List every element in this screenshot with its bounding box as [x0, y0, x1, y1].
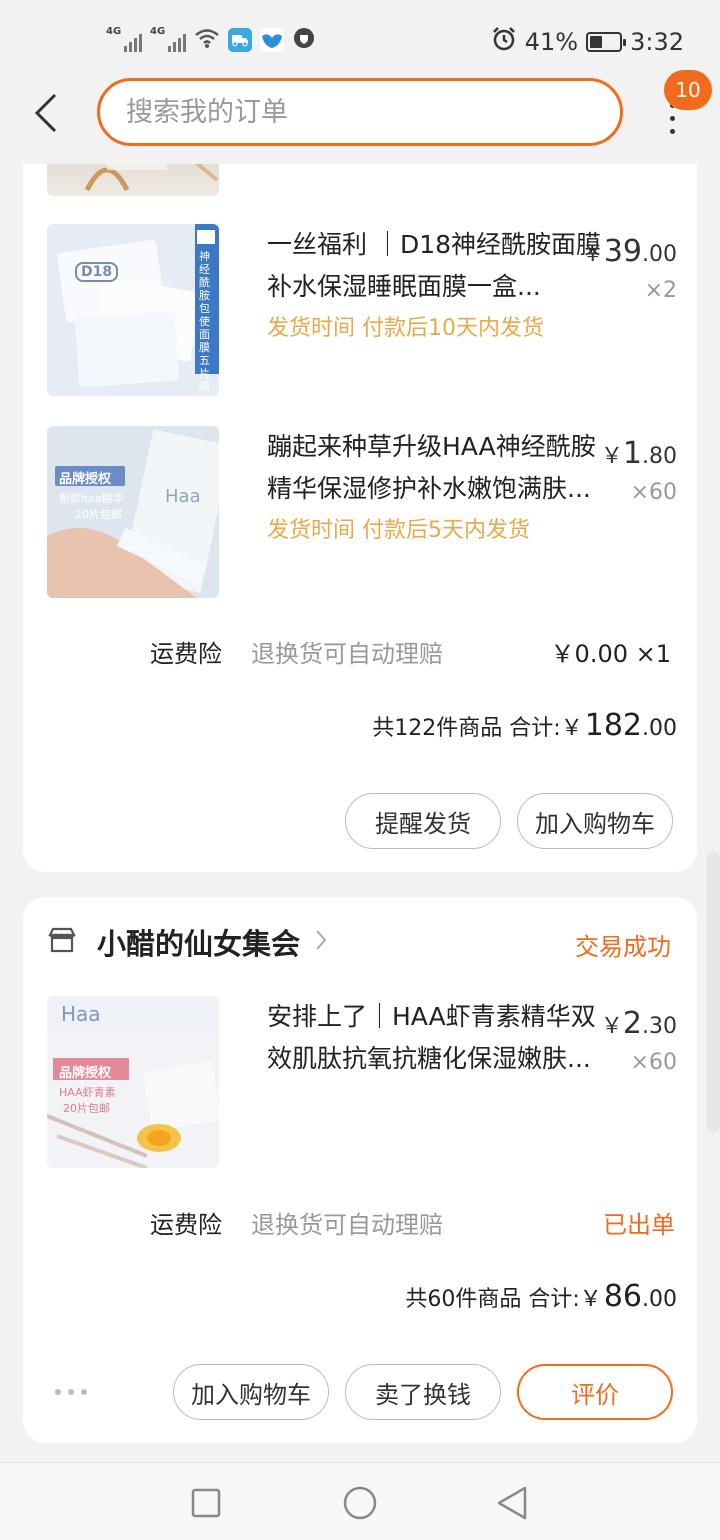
add-to-cart-button[interactable]: 加入购物车 — [173, 1364, 329, 1420]
order-total: 共60件商品 合计: ￥ 86.00 — [405, 1279, 677, 1314]
thumb-sub: HAA虾青素 — [59, 1086, 116, 1099]
home-icon[interactable] — [340, 1483, 380, 1523]
insurance-desc: 退换货可自动理赔 — [251, 640, 443, 668]
product-thumbnail[interactable]: D18 神经酰胺包使面膜五片装 — [47, 224, 219, 396]
insurance-label: 运费险 — [150, 1211, 222, 1239]
ship-time: 发货时间 付款后10天内发货 — [267, 316, 544, 341]
status-right: 41% 3:32 — [491, 26, 684, 58]
battery-icon — [586, 32, 627, 52]
alarm-icon — [491, 26, 517, 58]
thumb-logo: D18 — [75, 262, 119, 282]
delivery-app-icon — [228, 28, 252, 52]
product-price: ￥2.30 — [600, 1006, 677, 1041]
shield-app-icon — [292, 26, 316, 54]
thumb-sub: 20片包邮 — [63, 1102, 110, 1115]
product-price: ￥1.80 — [600, 436, 677, 471]
insurance-desc: 退换货可自动理赔 — [251, 1211, 443, 1239]
back-triangle-icon[interactable] — [492, 1483, 532, 1523]
insurance-label: 运费险 — [150, 640, 222, 668]
shop-header[interactable]: 小醋的仙女集会 — [47, 919, 328, 965]
product-price: ￥39.00 — [581, 234, 677, 269]
product-thumbnail[interactable]: Haa 品牌授权 HAA虾青素 20片包邮 — [47, 996, 219, 1168]
product-title[interactable]: 安排上了｜HAA虾青素精华双效肌肽抗氧抗糖化保湿嫩肤... — [267, 996, 605, 1080]
chevron-right-icon — [314, 928, 328, 956]
order-total: 共122件商品 合计: ￥ 182.00 — [372, 708, 677, 743]
order-card: 小醋的仙女集会 交易成功 Haa 品牌授权 HAA虾青素 20片包邮 安排上了｜… — [23, 897, 697, 1443]
bird-app-icon — [260, 28, 284, 52]
shop-icon — [47, 926, 77, 958]
review-button[interactable]: 评价 — [517, 1364, 673, 1420]
add-to-cart-button[interactable]: 加入购物车 — [517, 793, 673, 849]
system-nav-bar — [0, 1462, 720, 1540]
battery-percent: 41% — [524, 28, 579, 56]
search-input[interactable] — [126, 96, 586, 128]
thumb-badge: 品牌授权 — [59, 1066, 112, 1081]
scroll-indicator[interactable] — [707, 852, 720, 1132]
wifi-icon — [194, 27, 220, 53]
status-left: 4G 4G — [106, 26, 316, 54]
product-qty: ×2 — [644, 278, 677, 303]
chevron-left-icon — [34, 93, 57, 133]
clock: 3:32 — [630, 28, 684, 56]
product-thumbnail[interactable]: 品牌授权 新款haa精华 20片包邮 Haa — [47, 426, 219, 598]
order-card: D18 神经酰胺包使面膜五片装 一丝福利 ｜D18神经酰胺面膜补水保湿睡眠面膜一… — [23, 120, 697, 872]
shop-name[interactable]: 小醋的仙女集会 — [97, 921, 300, 963]
thumb-side-text: 神经酰胺包使面膜五片装 — [199, 250, 210, 393]
back-button[interactable] — [26, 88, 66, 138]
header: 10 — [0, 68, 720, 164]
ship-time: 发货时间 付款后5天内发货 — [267, 518, 530, 543]
insurance-status: 已出单 — [603, 1211, 675, 1239]
thumb-sub: 20片包邮 — [75, 508, 122, 521]
thumb-logo: Haa — [61, 1002, 101, 1026]
signal-icon: 4G — [150, 26, 186, 52]
recent-apps-icon[interactable] — [186, 1483, 226, 1523]
product-qty: ×60 — [630, 480, 677, 505]
more-actions-icon[interactable] — [55, 1389, 87, 1395]
thumb-sub: 新款haa精华 — [59, 492, 124, 505]
insurance-price: ￥0.00 ×1 — [550, 640, 671, 668]
search-box[interactable] — [97, 78, 623, 146]
thumb-logo: Haa — [165, 486, 201, 507]
product-title[interactable]: 蹦起来种草升级HAA神经酰胺精华保湿修护补水嫩饱满肤... — [267, 426, 605, 510]
signal-icon: 4G — [106, 26, 142, 52]
order-status: 交易成功 — [575, 933, 671, 961]
notification-badge[interactable]: 10 — [664, 70, 712, 110]
product-title[interactable]: 一丝福利 ｜D18神经酰胺面膜补水保湿睡眠面膜一盒... — [267, 224, 605, 308]
remind-ship-button[interactable]: 提醒发货 — [345, 793, 501, 849]
sell-button[interactable]: 卖了换钱 — [345, 1364, 501, 1420]
thumb-badge: 品牌授权 — [59, 472, 112, 487]
product-qty: ×60 — [630, 1050, 677, 1075]
